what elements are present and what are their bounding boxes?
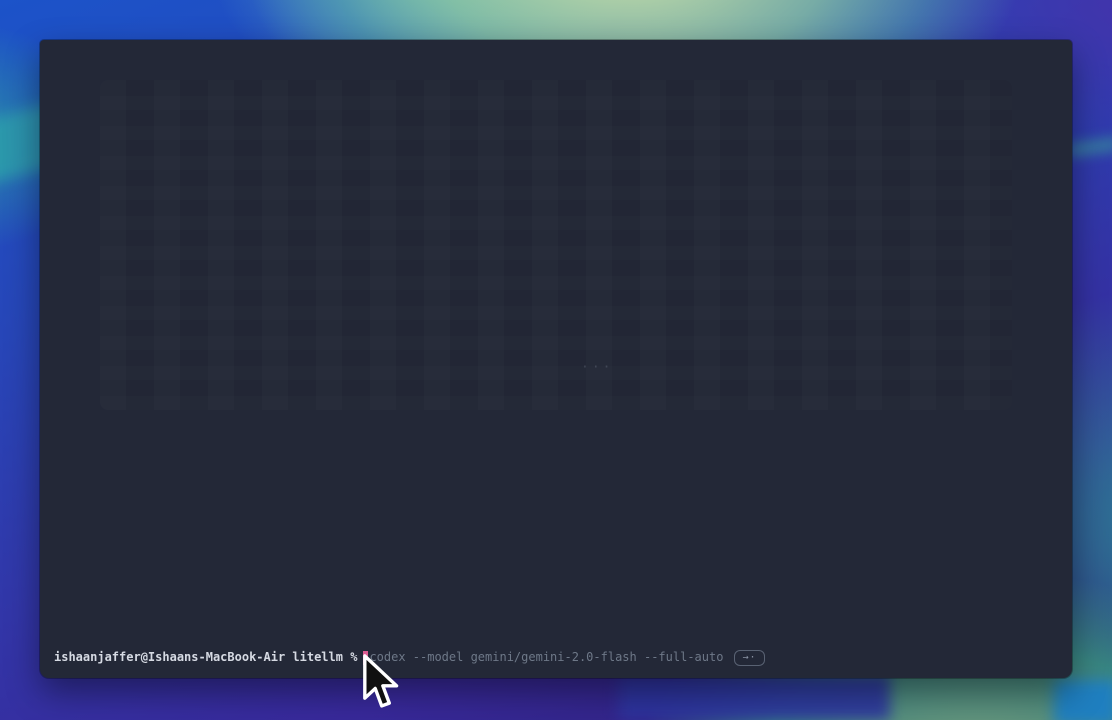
wallpaper-teal-line xyxy=(1068,138,1112,155)
tab-key-hint-badge: →· xyxy=(734,650,764,666)
terminal-prompt-line[interactable]: ishaanjaffer@Ishaans-MacBook-Air litellm… xyxy=(54,649,1062,666)
wallpaper-blue-corner xyxy=(1054,680,1112,720)
text-cursor-caret xyxy=(363,651,368,665)
autosuggestion-text: codex --model gemini/gemini-2.0-flash --… xyxy=(369,649,723,666)
terminal-window[interactable]: ··· ishaanjaffer@Ishaans-MacBook-Air lit… xyxy=(40,40,1072,678)
shell-prompt-text: ishaanjaffer@Ishaans-MacBook-Air litellm… xyxy=(54,649,357,666)
wallpaper-indigo-patch xyxy=(618,674,890,720)
loading-ellipsis: ··· xyxy=(581,360,613,375)
